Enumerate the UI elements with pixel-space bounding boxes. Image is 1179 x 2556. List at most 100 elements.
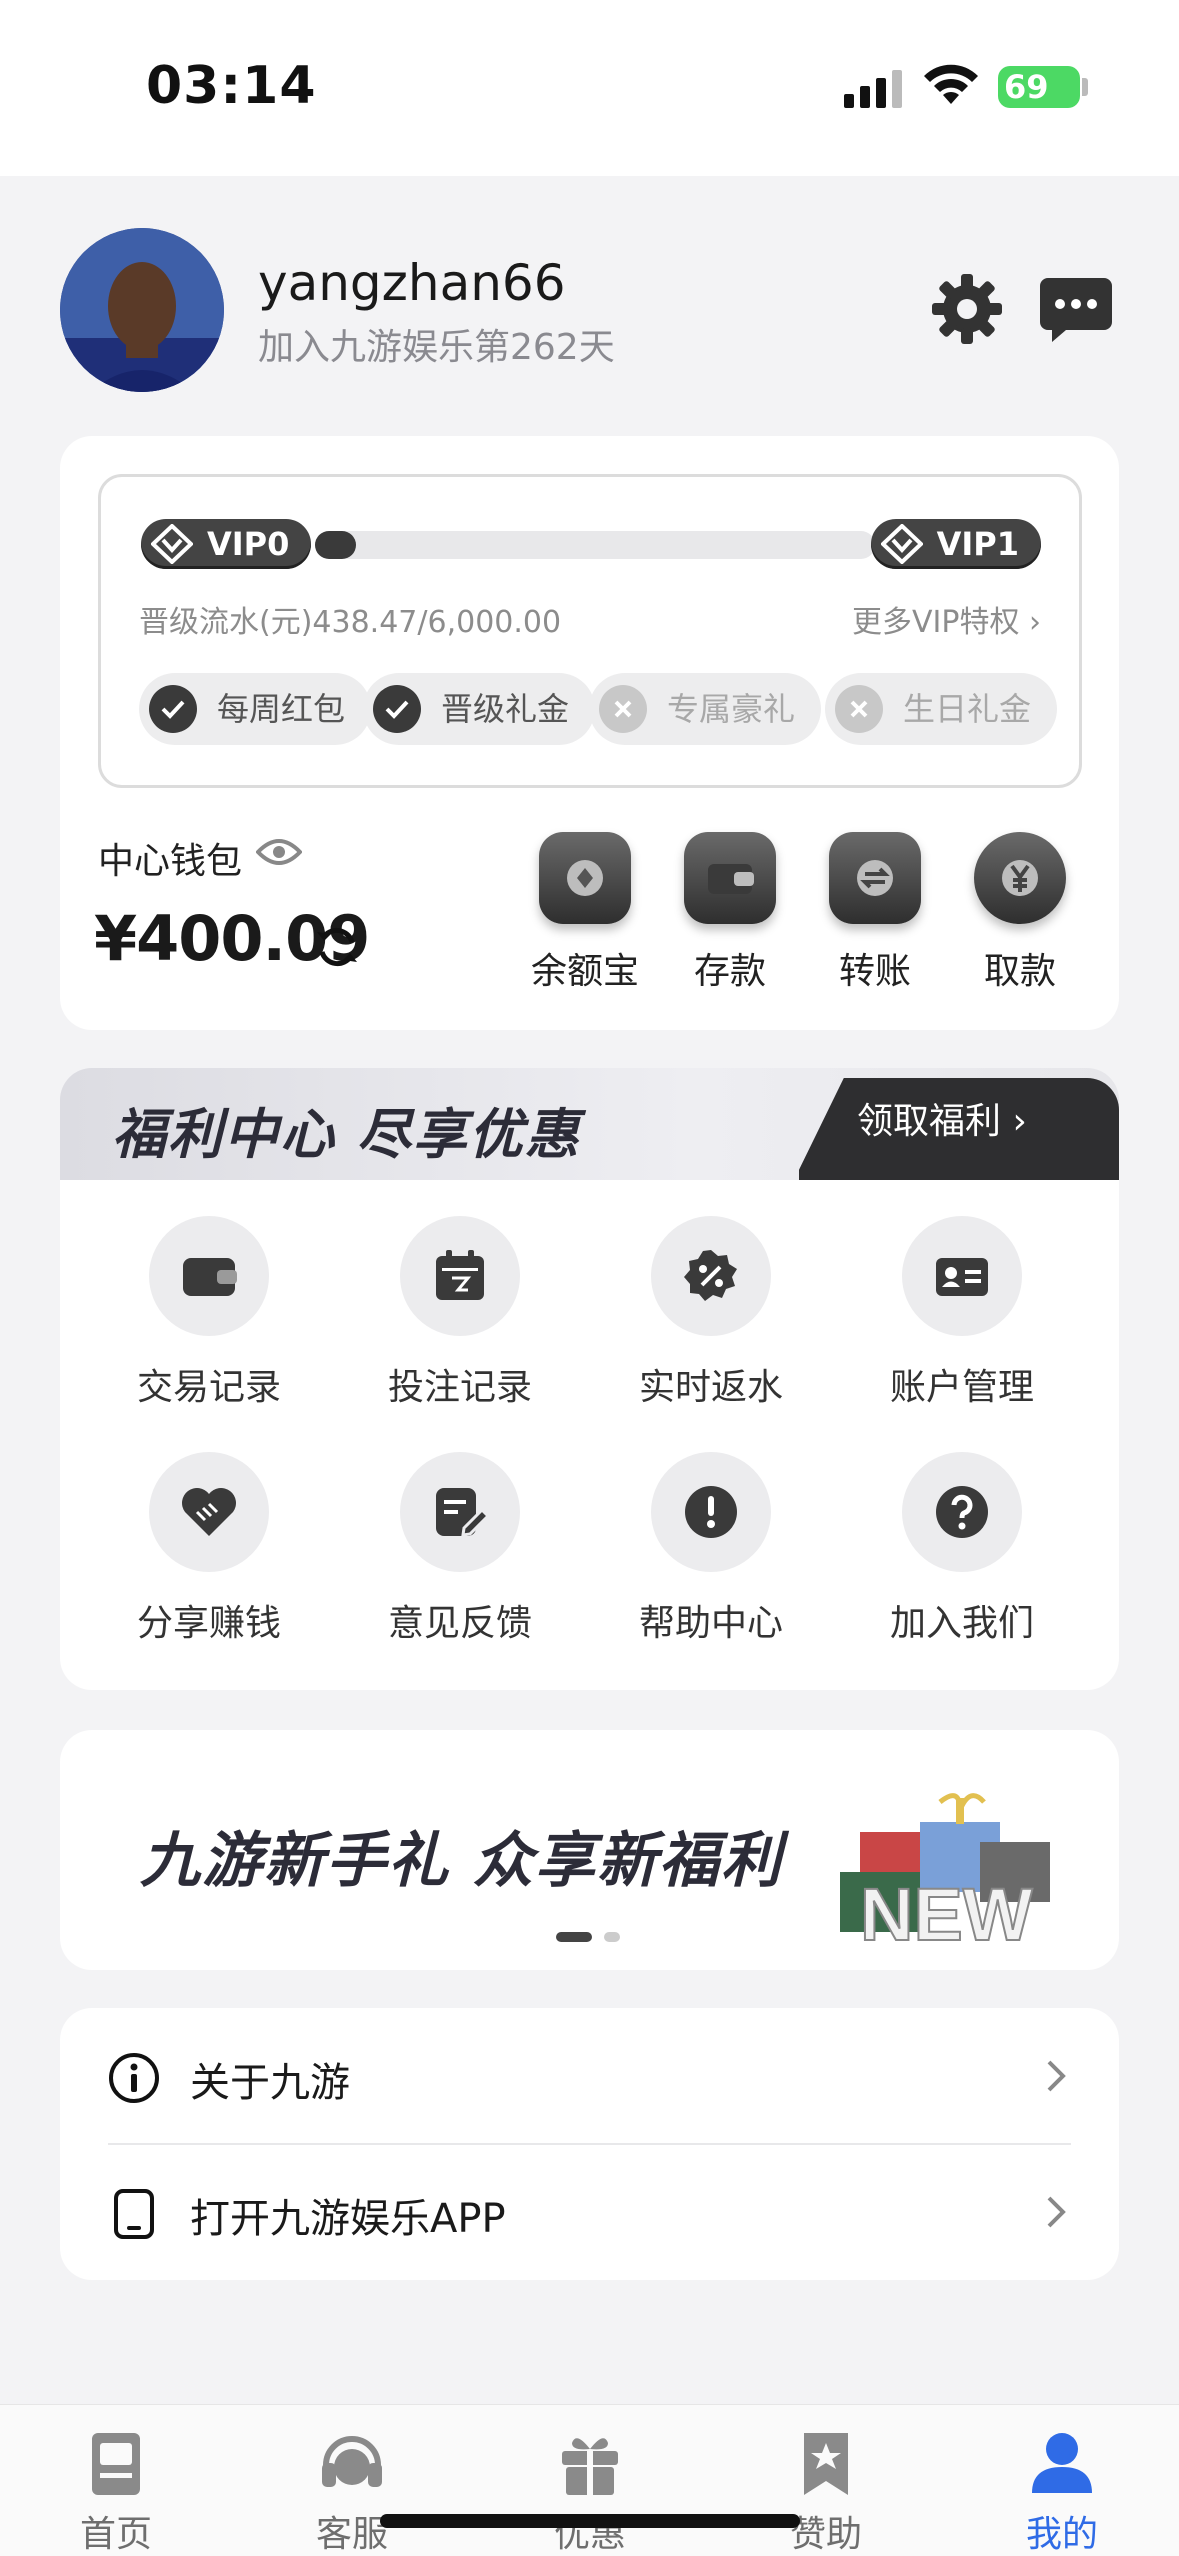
deposit-button[interactable]: 存款 (665, 832, 795, 994)
perk-label: 每周红包 (217, 690, 346, 728)
vip-next-badge: VIP1 (870, 519, 1041, 569)
grid-item-label: 意见反馈 (387, 1603, 532, 1644)
info-icon (109, 2053, 159, 2103)
status-bar: 03:14 69 (0, 0, 1179, 176)
carousel-dot[interactable] (604, 1932, 620, 1942)
headset-icon (322, 2436, 382, 2487)
perk-label: 生日礼金 (903, 690, 1032, 728)
tab-label: 优惠 (553, 2514, 626, 2555)
welfare-banner: 福利中心 尽享优惠 领取福利 › (60, 1068, 1119, 1180)
balance-treasure-button[interactable]: 余额宝 (520, 832, 650, 994)
claim-welfare-button[interactable]: 领取福利 › (799, 1078, 1119, 1180)
tab-sponsorship[interactable]: 赞助 (726, 2405, 926, 2556)
vip-panel: VIP0 VIP1 晋级流水(元)438.47/6,000.00 更多VIP特权… (98, 474, 1082, 788)
cellular-signal-icon (844, 70, 902, 108)
withdraw-button[interactable]: 取款 (955, 832, 1085, 994)
message-icon[interactable] (1040, 276, 1112, 344)
eye-icon[interactable] (256, 836, 302, 868)
carousel-dot-active[interactable] (556, 1932, 592, 1942)
user-icon (1032, 2433, 1092, 2493)
grid-item-label: 账户管理 (889, 1367, 1034, 1408)
home-icon (92, 2433, 140, 2495)
perk-weekly-red-packet: 每周红包 (139, 673, 372, 745)
tab-customer-service[interactable]: 客服 (252, 2405, 452, 2556)
links-card: 关于九游 打开九游娱乐APP (60, 2008, 1119, 2280)
vip-current-badge: VIP0 (141, 519, 312, 569)
withdraw-label: 取款 (983, 951, 1056, 992)
refresh-icon[interactable] (314, 924, 360, 970)
grid-item-label: 分享赚钱 (136, 1603, 281, 1644)
transaction-records-item[interactable]: 交易记录 (109, 1216, 309, 1410)
open-app-link[interactable]: 打开九游娱乐APP (60, 2144, 1119, 2280)
tab-home[interactable]: 首页 (16, 2405, 216, 2556)
join-us-item[interactable]: 加入我们 (862, 1452, 1062, 1646)
balance-treasure-label: 余额宝 (530, 951, 639, 992)
exclamation-icon (651, 1452, 771, 1572)
vip-diamond-icon (151, 524, 193, 564)
vip-current-label: VIP0 (207, 525, 290, 563)
status-time: 03:14 (146, 56, 317, 116)
transfer-icon (829, 832, 921, 924)
grid-item-label: 交易记录 (136, 1367, 281, 1408)
perk-upgrade-bonus: 晋级礼金 (363, 673, 596, 745)
feedback-item[interactable]: 意见反馈 (360, 1452, 560, 1646)
welfare-title: 福利中心 尽享优惠 (112, 1103, 581, 1166)
tab-label: 首页 (79, 2514, 152, 2555)
vip-more-link[interactable]: 更多VIP特权 › (852, 597, 1041, 641)
avatar[interactable] (60, 228, 224, 392)
grid-item-label: 加入我们 (889, 1603, 1034, 1644)
gear-icon[interactable] (930, 272, 1004, 346)
vip-next-label: VIP1 (936, 525, 1019, 563)
calendar-icon (400, 1216, 520, 1336)
perk-exclusive-gift: 专属豪礼 (589, 673, 822, 745)
tab-promotions[interactable]: 优惠 (490, 2405, 690, 2556)
battery-level: 69 (998, 66, 1080, 108)
tab-label: 赞助 (789, 2514, 862, 2555)
perk-label: 专属豪礼 (667, 690, 796, 728)
wallet-card: VIP0 VIP1 晋级流水(元)438.47/6,000.00 更多VIP特权… (60, 436, 1119, 1030)
grid-item-label: 投注记录 (387, 1367, 532, 1408)
vip-progress-text: 晋级流水(元)438.47/6,000.00 (139, 605, 562, 640)
share-earn-item[interactable]: 分享赚钱 (109, 1452, 309, 1646)
phone-icon (114, 2189, 154, 2239)
wallet-icon (684, 832, 776, 924)
yuan-icon (974, 832, 1066, 924)
gift-icon (562, 2438, 618, 2495)
vip-progress-bar (315, 531, 875, 559)
chevron-right-icon (1047, 2196, 1066, 2228)
tab-label: 客服 (315, 2514, 388, 2555)
tab-bar: 首页 客服 优惠 赞助 我的 (0, 2404, 1179, 2556)
perk-birthday-bonus: 生日礼金 (825, 673, 1058, 745)
check-icon (149, 685, 197, 733)
promo-text: 九游新手礼 众享新福利 (140, 1826, 783, 1896)
deposit-label: 存款 (693, 951, 766, 992)
about-link[interactable]: 关于九游 (60, 2008, 1119, 2145)
check-icon (373, 685, 421, 733)
bet-records-item[interactable]: 投注记录 (360, 1216, 560, 1410)
close-icon (835, 685, 883, 733)
percent-badge-icon (651, 1216, 771, 1336)
home-indicator (380, 2514, 800, 2528)
about-label: 关于九游 (190, 2060, 350, 2106)
edit-note-icon (400, 1452, 520, 1572)
chevron-right-icon (1047, 2060, 1066, 2092)
help-center-item[interactable]: 帮助中心 (611, 1452, 811, 1646)
grid-item-label: 实时返水 (638, 1367, 783, 1408)
realtime-rebate-item[interactable]: 实时返水 (611, 1216, 811, 1410)
grid-item-label: 帮助中心 (638, 1603, 783, 1644)
handshake-heart-icon (149, 1452, 269, 1572)
battery-tip (1082, 78, 1088, 96)
wallet-label: 中心钱包 (98, 841, 243, 882)
tab-mine[interactable]: 我的 (962, 2405, 1162, 2556)
welfare-grid: 交易记录 投注记录 实时返水 账户管理 分享赚钱 意见反馈 帮助中心 加入我们 (60, 1180, 1119, 1690)
transfer-label: 转账 (838, 951, 911, 992)
balance-treasure-icon (539, 832, 631, 924)
username: yangzhan66 (258, 254, 566, 312)
transfer-button[interactable]: 转账 (810, 832, 940, 994)
gift-boxes-new-image: NEW (840, 1793, 1050, 1946)
account-management-item[interactable]: 账户管理 (862, 1216, 1062, 1410)
join-days-text: 加入九游娱乐第262天 (258, 327, 615, 368)
vip-progress-fill (315, 531, 356, 559)
open-app-label: 打开九游娱乐APP (190, 2196, 506, 2242)
wifi-icon (924, 64, 978, 104)
